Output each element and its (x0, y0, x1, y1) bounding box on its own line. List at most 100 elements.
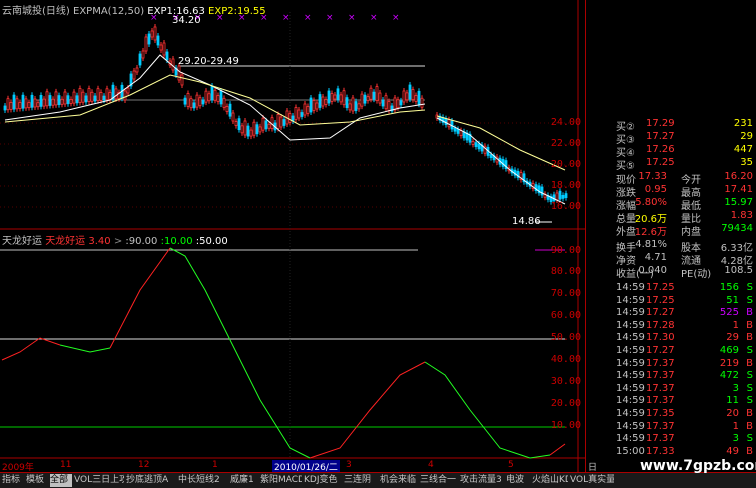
tab-11[interactable]: 三线合一 (420, 474, 458, 487)
candle-body (183, 97, 187, 105)
tab-13[interactable]: 电波 (506, 474, 530, 487)
tick-volume: 1 (732, 420, 739, 432)
tick-side: S (746, 433, 753, 445)
candle-body (471, 140, 475, 145)
stats-label: PE(动) (681, 269, 712, 280)
level-50: :50.00 (195, 236, 228, 247)
sub-tick: 80.00 (550, 266, 581, 277)
tab-10[interactable]: 机会来临 (380, 474, 418, 487)
tick-row[interactable]: 14:59 17.37 3 S (586, 433, 756, 446)
candle-body (201, 99, 205, 105)
quote-value: 17.41 (724, 184, 753, 195)
price-tick: 16.00 (550, 201, 581, 212)
tab-0[interactable]: 指标 (2, 474, 24, 487)
tick-row[interactable]: 14:59 17.37 3 S (586, 383, 756, 396)
level-10: :10.00 (160, 236, 193, 247)
tab-2[interactable]: 全部 (50, 474, 72, 487)
quote-value: 15.97 (724, 197, 753, 208)
tab-9[interactable]: 三连阴 (344, 474, 378, 487)
low-annotation: 14.86 (512, 216, 541, 227)
candle-body (306, 106, 310, 114)
tick-volume: 3 (732, 382, 739, 394)
tick-price: 17.27 (646, 307, 675, 319)
tick-row[interactable]: 15:00 17.33 49 B (586, 446, 756, 459)
top-marker: × (392, 13, 400, 23)
tab-14[interactable]: 火焰山KD (532, 474, 568, 487)
tick-price: 17.28 (646, 319, 675, 331)
sub-line-rising (549, 443, 566, 456)
tab-1[interactable]: 模板 (26, 474, 48, 487)
date-tick: 4 (428, 460, 434, 470)
tick-row[interactable]: 14:59 17.25 51 S (586, 295, 756, 308)
tick-row[interactable]: 14:59 17.37 472 S (586, 370, 756, 383)
tick-side: S (746, 382, 753, 394)
bid-row: 买⑤ 17.25 35 (586, 157, 756, 172)
candle-body (288, 113, 292, 123)
stats-row: 换手 4.81% 股本 6.33亿 (586, 239, 756, 254)
tick-time: 14:59 (616, 294, 645, 306)
candle-body (558, 190, 562, 200)
candle-body (48, 95, 52, 106)
bid-price: 17.25 (646, 157, 675, 168)
candle-body (45, 91, 49, 107)
tick-time: 14:59 (616, 370, 645, 382)
sub-tick: 30.00 (550, 376, 581, 387)
tab-15[interactable]: VOL真实量 (570, 474, 614, 487)
tick-row[interactable]: 14:59 17.27 525 B (586, 307, 756, 320)
sub-line-rising (309, 361, 426, 459)
tick-row[interactable]: 14:59 17.27 469 S (586, 345, 756, 358)
tab-8[interactable]: KDJ变色 (304, 474, 342, 487)
candle-body (372, 91, 376, 100)
tab-3[interactable]: VOL三日上攻 (74, 474, 124, 487)
candle-body (216, 95, 220, 102)
candle-body (30, 94, 34, 108)
tick-side: B (746, 445, 753, 457)
sub-tick: 50.00 (550, 332, 581, 343)
tab-6[interactable]: 威廉1 (230, 474, 258, 487)
tick-price: 17.30 (646, 332, 675, 344)
tab-5[interactable]: 中长短线2 (178, 474, 228, 487)
sub-indicator-colored: 天龙好运 (45, 236, 86, 247)
tick-row[interactable]: 14:59 17.37 1 B (586, 421, 756, 434)
range-annotation: 29.20-29.49 (178, 56, 239, 67)
candle-body (312, 100, 316, 111)
chart-area[interactable]: × × × × × × × × × × × × 云南城投(日线) EXPMA(12,50) EXP1:… (0, 0, 597, 486)
candle-body (42, 98, 46, 107)
tab-12[interactable]: 攻击流量3 (460, 474, 504, 487)
quote-row: 外盘 12.6万 内盘 79434 (586, 223, 756, 238)
indicator-tab-bar: 指标 模板 全部 VOL三日上攻 抄底逃顶A 中长短线2 威廉1 紫阳MACD KDJ变色 三连阴… (0, 472, 756, 488)
candle-body (252, 121, 256, 136)
tick-row[interactable]: 14:59 17.37 11 S (586, 395, 756, 408)
candle-body (144, 36, 148, 52)
candle-body (195, 94, 199, 108)
candle-body (39, 95, 43, 107)
tick-row[interactable]: 14:59 17.28 1 B (586, 320, 756, 333)
tick-row[interactable]: 14:59 17.30 29 B (586, 332, 756, 345)
candle-body (153, 26, 157, 41)
tick-price: 17.37 (646, 420, 675, 432)
candle-body (165, 51, 169, 61)
tick-side: B (746, 332, 753, 344)
candle-body (330, 93, 334, 102)
quote-row: 现价 17.33 今开 16.20 (586, 171, 756, 186)
candle-body (255, 124, 259, 135)
candle-body (474, 142, 478, 148)
candle-body (249, 129, 253, 137)
sub-line-rising (109, 247, 171, 349)
candle-body (33, 98, 37, 108)
price-tick: 22.00 (550, 138, 581, 149)
candle-body (279, 116, 283, 128)
tab-7[interactable]: 紫阳MACD (260, 474, 302, 487)
tick-row[interactable]: 14:59 17.25 156 S (586, 282, 756, 295)
tick-row[interactable]: 14:59 17.37 219 B (586, 358, 756, 371)
candle-body (84, 95, 88, 103)
tick-row[interactable]: 14:59 17.35 20 B (586, 408, 756, 421)
candle-body (75, 95, 79, 104)
tab-4[interactable]: 抄底逃顶A (126, 474, 176, 487)
candle-body (384, 95, 388, 110)
indicator-name: EXPMA(12,50) (73, 6, 145, 17)
level-90: :90.00 (125, 236, 158, 247)
candle-body (414, 95, 418, 102)
bid-row: 买③ 17.27 29 (586, 131, 756, 146)
candle-body (261, 117, 265, 131)
